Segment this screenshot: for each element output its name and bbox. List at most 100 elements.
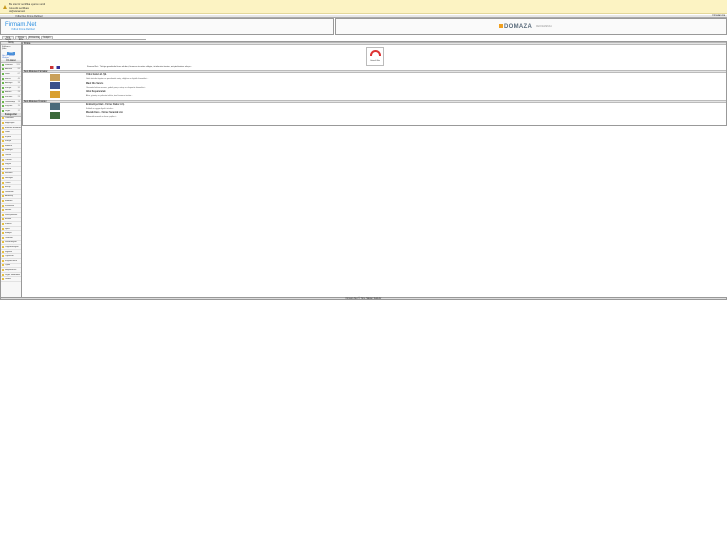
category-label: Finans [5,222,12,225]
ad-logo-text: DOMAZA [504,24,533,30]
nav-contact[interactable]: İletişim [41,36,53,40]
city-name: Konya [5,86,12,89]
category-label: Mobilya [5,149,13,152]
folder-icon [2,190,4,193]
product-title[interactable]: Mozaik Karo - Firma: Seramik Ltd. [86,112,123,114]
folder-icon [2,158,4,161]
category-label: Hukuk [5,209,12,212]
firm-row[interactable]: Altın Kuyumculuk Altın, gümüş ve pırlanta… [23,90,726,99]
firm-description: Altın, gümüş ve pırlanta takılar, özel t… [86,95,133,98]
password-label[interactable]: Şifre [2,48,20,50]
folder-icon [2,259,4,262]
nav-add-firm[interactable]: Firma Ekle [15,36,27,41]
notification-title: Bu site bir sertifika uyarısı verdi [9,3,46,6]
nav-search[interactable]: Firma Ara [28,36,40,40]
product-title[interactable]: Endüstriyel Halı - Firma: Dekor A.Ş. [86,104,125,106]
folder-icon [2,68,4,71]
trust-badge: Güvenli Site [366,47,384,66]
city-name: Antalya [5,82,13,85]
folder-icon [2,200,4,203]
folder-icon [2,105,4,108]
firm-title[interactable]: Mavi Oto Servis [86,83,146,85]
firm-title[interactable]: Yıldız Gıda Ltd. Şti. [86,74,148,76]
folder-icon [2,172,4,175]
product-row[interactable]: Endüstriyel Halı - Firma: Dekor A.Ş. Kali… [23,103,726,112]
category-label: Eğitim [5,167,12,170]
folder-icon [2,154,4,157]
folder-icon [2,167,4,170]
folder-icon [2,135,4,138]
flag-icon [50,66,60,69]
city-count: 12 [17,109,20,112]
product-thumbnail[interactable] [50,111,60,119]
category-item[interactable]: Genel [1,277,21,282]
folder-icon [2,77,4,80]
folder-icon [2,117,4,120]
city-count: 67 [17,72,20,75]
notification-text: Güvenlik sertifikası doğrulanamadı [9,7,30,13]
city-name: Kocaeli [5,95,13,98]
folder-icon [2,91,4,94]
city-count: 15 [17,105,20,108]
city-name: Ankara [5,68,12,71]
firm-thumbnail[interactable] [50,82,60,90]
city-count: 24 [17,95,20,98]
product-thumbnail[interactable] [50,103,60,111]
firm-thumbnail[interactable] [50,73,60,81]
product-row[interactable]: Mozaik Karo - Firma: Seramik Ltd. Dekorat… [23,111,726,120]
city-name: Adana [5,91,12,94]
product-description: Dekoratif mozaik ve karo çeşitleri... [86,116,118,119]
firm-description: Gıda ürünleri toptan ve perakende satış,… [86,78,149,81]
category-label: Oyuncak [5,255,14,258]
firm-row[interactable]: Yıldız Gıda Ltd. Şti. Gıda ürünleri topta… [23,73,726,82]
firm-row[interactable]: Mavi Oto Servis Otomotiv bakım onarım, ye… [23,82,726,91]
city-name: Diğer [5,109,11,112]
intro-text: Firmam.Net - Türkiye genelinde firma reh… [87,66,193,68]
folder-icon [2,186,4,189]
firm-description: Otomotiv bakım onarım, yedek parça satış… [86,86,147,89]
folder-icon [2,268,4,271]
category-label: Medya [5,232,12,235]
folder-icon [2,86,4,89]
folder-icon [2,63,4,66]
category-label: Sağlık [5,163,12,166]
folder-icon [2,121,4,124]
category-label: Temizlik [5,236,13,239]
folder-icon [2,236,4,239]
firm-title[interactable]: Altın Kuyumculuk [86,91,133,93]
category-label: Reklam [5,172,13,175]
category-label: Emlak [5,218,12,221]
folder-icon [2,250,4,253]
folder-icon [2,131,4,134]
notification-bar: Bu site bir sertifika uyarısı verdi Güve… [0,0,727,14]
sidebar: Giriş Kullanıcı Şifre Giriş Üye Ol / Şif… [0,41,22,298]
ad-banner[interactable]: DOMAZA [499,24,532,30]
folder-icon [2,273,4,276]
category-label: Nakliyat [5,177,13,180]
category-label: Sigorta [5,250,12,253]
category-label: Makine [5,144,13,147]
register-link[interactable]: Üye Ol / Şifremi Unuttum [2,55,20,59]
folder-icon [2,232,4,235]
category-label: Danışmanlık [5,213,18,216]
category-label: Dekorasyon [5,241,17,244]
city-count: 84 [17,68,20,71]
city-count: 19 [17,100,20,103]
category-label: Güvenlik [5,190,14,193]
folder-icon [2,227,4,230]
folder-icon [2,82,4,85]
category-label: Hayvancılık [5,268,17,271]
category-label: Bilgisayar [5,121,15,124]
folder-icon [2,109,4,112]
ad-logo-icon [499,24,503,29]
category-label: Optik [5,264,11,267]
intro-panel: Güvenli Site Firmam.Net - Türkiye geneli… [23,45,726,70]
nav-home[interactable]: Ana Sayfa [2,36,14,41]
ad-subtitle: DEFNEMENKA [536,26,552,28]
city-count: 28 [17,91,20,94]
folder-icon [2,144,4,147]
header-ad-box: DOMAZA DEFNEMENKA [335,18,727,35]
firm-thumbnail[interactable] [50,90,60,98]
search-link[interactable]: Firmalar Ara [712,15,725,17]
category-label: Diğer Hizmetler [5,273,21,276]
